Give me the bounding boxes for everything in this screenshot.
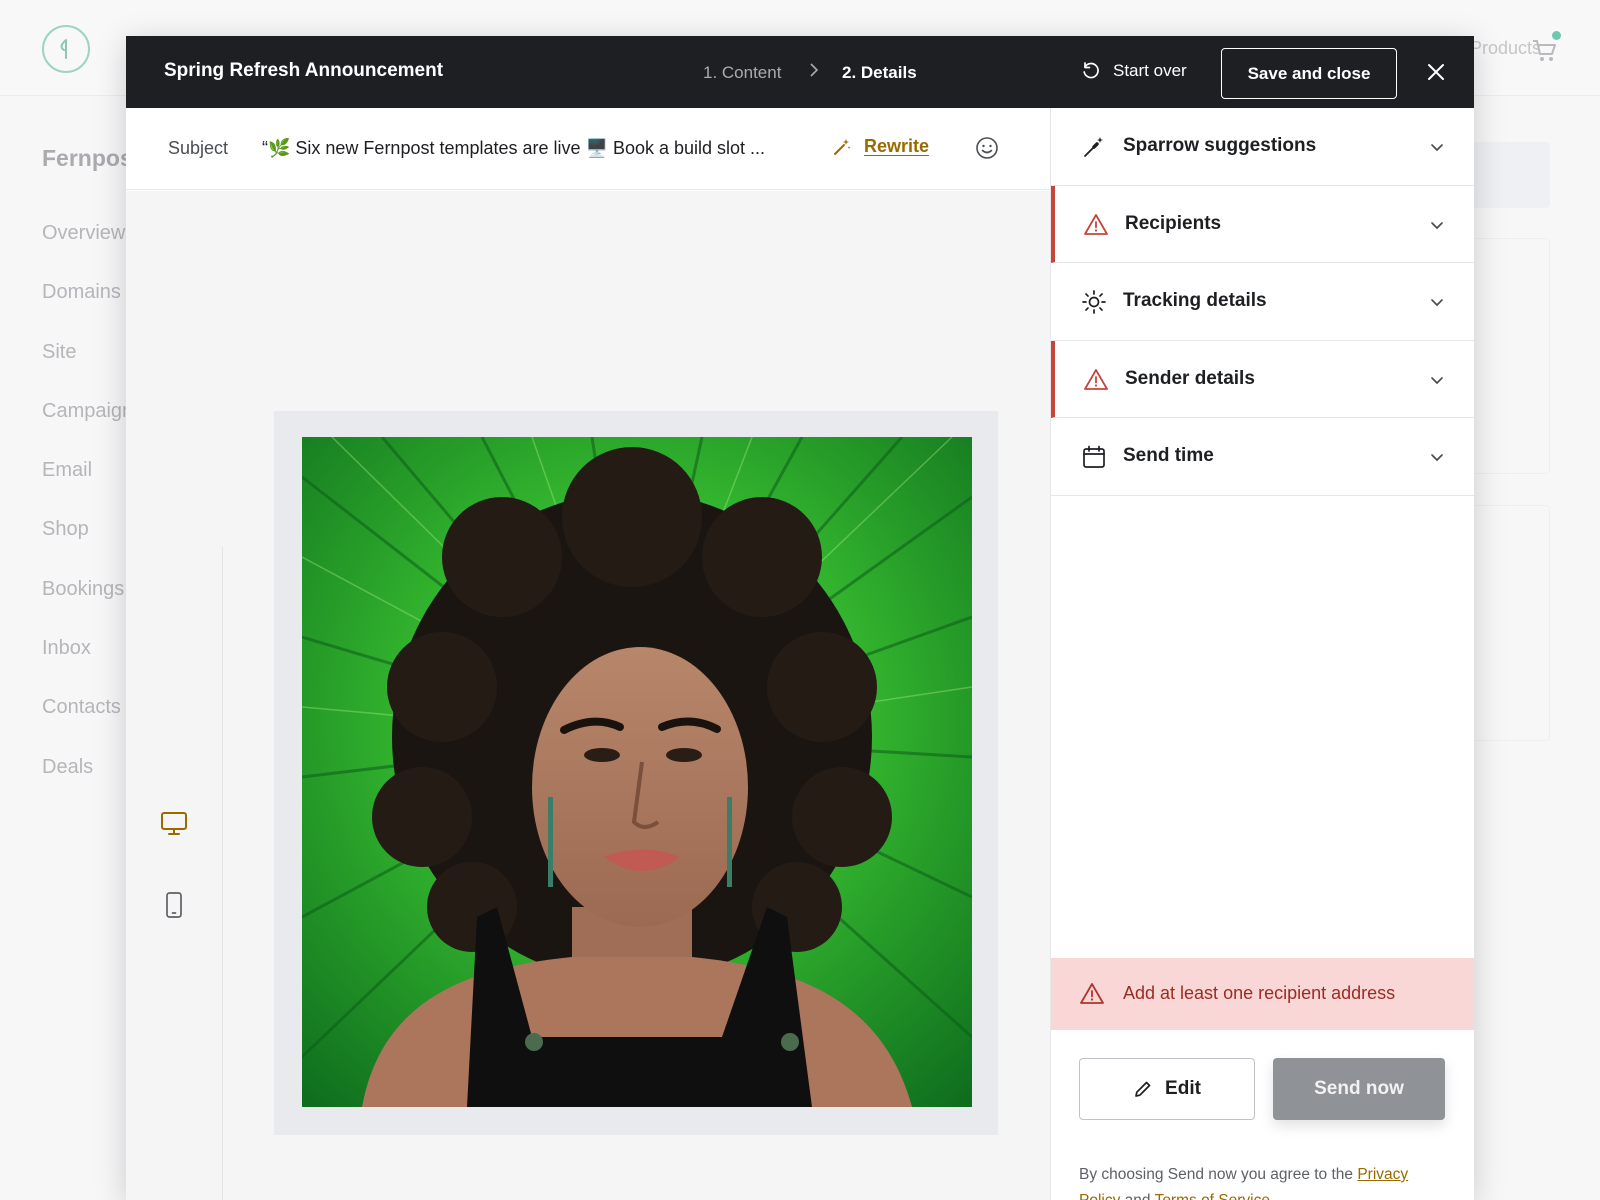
accordion-label: Tracking details [1123,290,1267,312]
desktop-icon[interactable] [160,809,188,837]
cart-icon[interactable] [1530,36,1558,64]
campaign-details-modal: Spring Refresh Announcement 1. Content 2… [126,36,1474,1200]
accordion-label: Sparrow suggestions [1123,135,1317,157]
chevron-right-icon [810,63,819,77]
terms-of-service-link[interactable]: Terms of Service [1155,1192,1270,1200]
warning-icon [1080,983,1104,1004]
subject-label: Subject [168,138,229,158]
magic-wand-icon [1084,137,1103,157]
subject-input[interactable]: “🌿 Six new Fernpost templates are live 🖥… [262,138,765,159]
accordion-sender-details[interactable]: Sender details [1051,340,1474,418]
modal-header: Spring Refresh Announcement 1. Content 2… [126,36,1474,108]
legal-middle: and [1120,1192,1154,1200]
start-over-button[interactable]: Start over [1081,61,1187,81]
edit-label: Edit [1165,1078,1201,1099]
background-card [1470,238,1550,474]
divider [222,547,223,1200]
chevron-down-icon [1431,376,1443,384]
rewrite-button[interactable]: Rewrite [832,136,929,157]
chevron-down-icon [1431,299,1443,307]
close-icon[interactable] [1424,60,1448,84]
sun-icon [1082,290,1106,314]
accordion-sparrow-suggestions[interactable]: Sparrow suggestions [1051,108,1474,186]
email-preview-area [126,191,1050,1200]
mobile-icon[interactable] [164,891,184,919]
chevron-down-icon [1431,221,1443,229]
magic-wand-icon [834,138,851,155]
subject-bar: Subject “🌿 Six new Fernpost templates ar… [126,108,1050,190]
undo-icon [1083,62,1099,79]
emoji-icon[interactable] [974,135,1000,161]
details-panel: Sparrow suggestions Recipients Tracking … [1050,108,1474,1200]
fern-logo-icon[interactable] [42,25,90,73]
legal-suffix: . [1270,1192,1274,1200]
rewrite-label: Rewrite [864,136,930,156]
legal-prefix: By choosing Send now you agree to the [1079,1166,1358,1183]
background-card [1470,142,1550,208]
accordion-tracking-details[interactable]: Tracking details [1051,263,1474,341]
accordion-recipients[interactable]: Recipients [1051,185,1474,263]
save-and-close-button[interactable]: Save and close [1221,48,1397,99]
error-alert: Add at least one recipient address [1051,958,1474,1030]
step-details[interactable]: 2. Details [842,63,917,83]
alert-message: Add at least one recipient address [1123,983,1396,1003]
cart-badge [1552,31,1561,40]
calendar-icon [1083,445,1105,468]
send-now-button[interactable]: Send now [1273,1058,1445,1120]
pencil-icon [1135,1081,1151,1097]
background-card [1470,505,1550,741]
warning-icon [1084,368,1108,390]
warning-icon [1084,213,1108,235]
accordion-send-time[interactable]: Send time [1051,418,1474,496]
email-preview-frame [274,411,998,1135]
accordion-label: Send time [1123,445,1214,467]
chevron-down-icon [1431,454,1443,462]
accordion-label: Sender details [1125,367,1255,389]
edit-button[interactable]: Edit [1079,1058,1255,1120]
legal-notice: By choosing Send now you agree to the Pr… [1079,1162,1449,1200]
step-content[interactable]: 1. Content [703,63,781,83]
start-over-label: Start over [1113,61,1187,80]
modal-title: Spring Refresh Announcement [164,60,444,81]
chevron-down-icon [1431,144,1443,152]
accordion-label: Recipients [1125,212,1222,234]
email-hero-image [302,437,972,1107]
